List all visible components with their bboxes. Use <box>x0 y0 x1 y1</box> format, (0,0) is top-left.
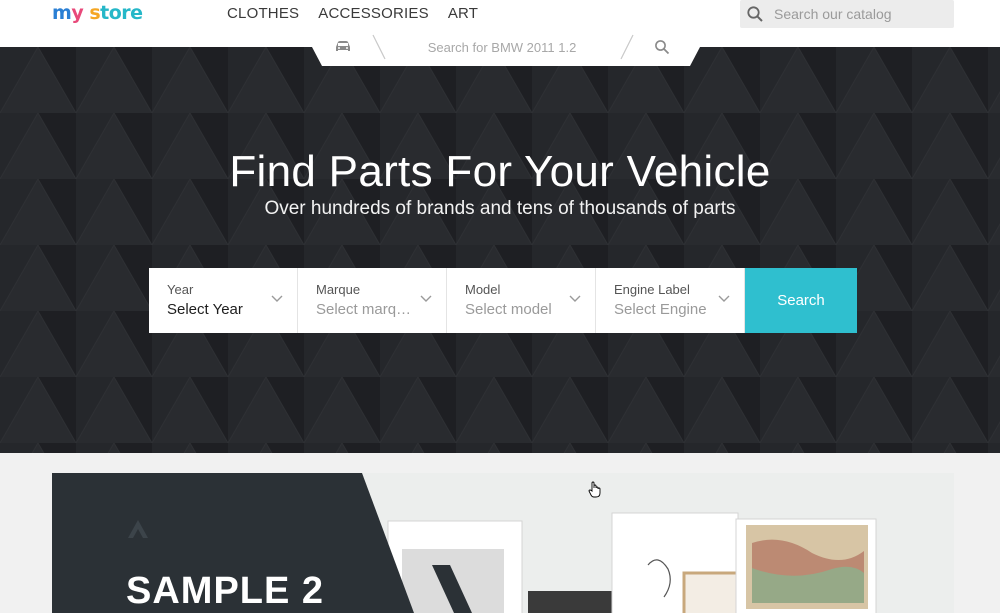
hand-cursor-icon <box>588 481 601 498</box>
marque-value: Select marque <box>316 301 412 318</box>
year-value: Select Year <box>167 301 243 318</box>
model-select[interactable]: Model Select model <box>447 268 596 333</box>
hero-title: Find Parts For Your Vehicle <box>229 147 771 196</box>
model-label: Model <box>465 282 501 297</box>
logo-part-1: m <box>52 2 72 24</box>
promo-banner[interactable]: SAMPLE 2 <box>52 473 954 613</box>
hero-section: Find Parts For Your Vehicle Over hundred… <box>0 47 1000 453</box>
search-icon[interactable] <box>654 39 670 55</box>
marque-label: Marque <box>316 282 361 297</box>
vehicle-search-input[interactable]: Search for BMW 2011 1.2 <box>402 40 602 55</box>
marque-select[interactable]: Marque Select marque <box>298 268 447 333</box>
chevron-down-icon <box>420 295 432 302</box>
brand-mark-icon <box>128 520 148 538</box>
banner-title: SAMPLE 2 <box>126 570 325 612</box>
catalog-search-box <box>740 0 954 28</box>
logo-part-4: tore <box>100 2 143 24</box>
finder-search-button[interactable]: Search <box>745 268 857 333</box>
chevron-down-icon <box>569 295 581 302</box>
logo-part-3: s <box>89 2 101 24</box>
search-icon[interactable] <box>746 5 764 23</box>
chevron-down-icon <box>271 295 283 302</box>
engine-value: Select Engine <box>614 301 707 318</box>
nav-link-clothes[interactable]: CLOTHES <box>227 5 299 22</box>
car-icon[interactable] <box>334 39 352 53</box>
model-value: Select model <box>465 301 552 318</box>
nav-link-art[interactable]: ART <box>448 5 478 22</box>
hero-subtitle: Over hundreds of brands and tens of thou… <box>264 198 736 219</box>
main-nav: CLOTHES ACCESSORIES ART <box>227 5 478 22</box>
logo-part-2: y <box>71 2 90 24</box>
catalog-search-input[interactable] <box>772 5 946 23</box>
chevron-down-icon <box>718 295 730 302</box>
engine-label: Engine Label <box>614 282 690 297</box>
store-logo[interactable]: my store <box>52 2 143 24</box>
divider-slash <box>372 34 386 60</box>
hero-background-pattern <box>0 47 1000 453</box>
year-label: Year <box>167 282 194 297</box>
nav-link-accessories[interactable]: ACCESSORIES <box>318 5 429 22</box>
vehicle-finder: Year Select Year Marque Select marque Mo… <box>149 268 857 333</box>
divider-slash <box>620 34 634 60</box>
year-select[interactable]: Year Select Year <box>149 268 298 333</box>
engine-select[interactable]: Engine Label Select Engine <box>596 268 745 333</box>
vehicle-search-tab: Search for BMW 2011 1.2 <box>312 30 700 66</box>
